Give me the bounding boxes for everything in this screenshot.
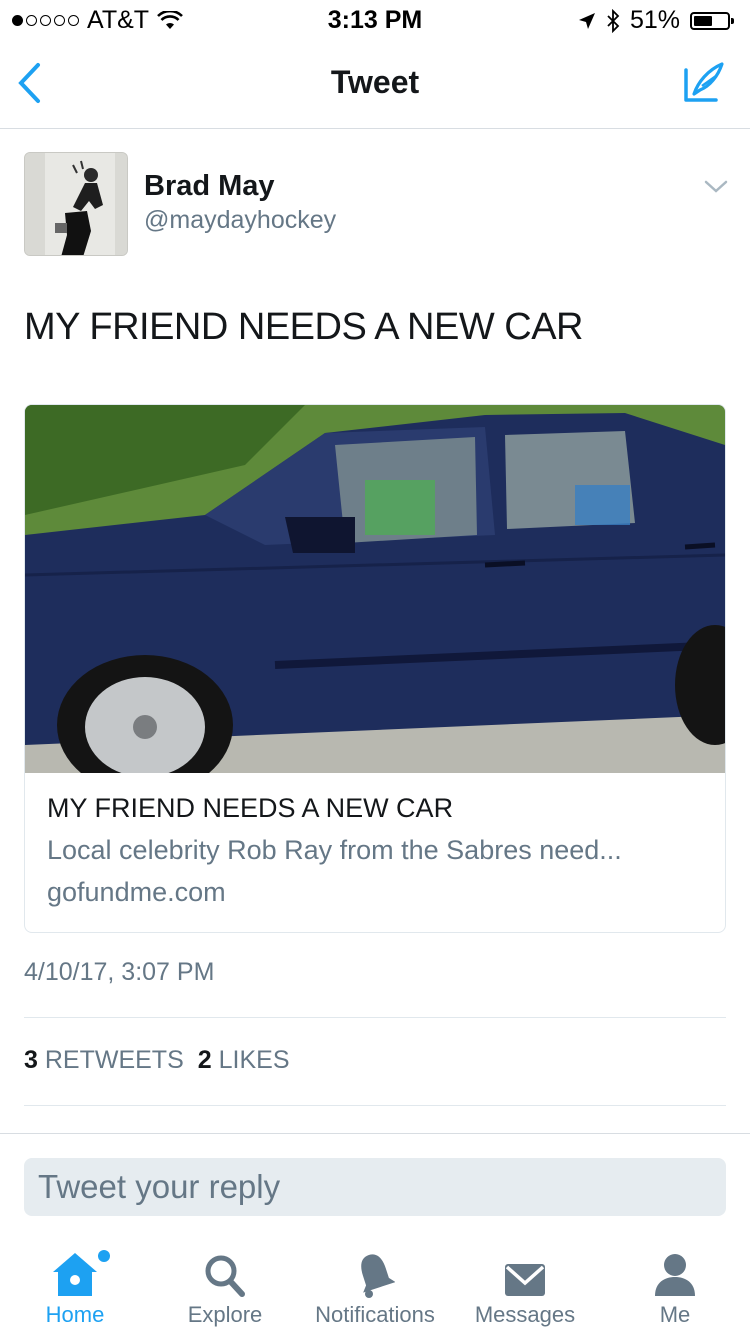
home-icon: [53, 1253, 97, 1296]
envelope-icon: [505, 1264, 545, 1296]
search-icon: [205, 1255, 245, 1297]
tab-messages[interactable]: Messages: [450, 1240, 600, 1328]
tab-notifications[interactable]: Notifications: [300, 1240, 450, 1328]
home-notification-dot: [98, 1250, 110, 1262]
divider: [0, 1133, 750, 1134]
tab-me[interactable]: Me: [600, 1240, 750, 1328]
avatar[interactable]: [24, 152, 128, 256]
compose-quill-icon: [684, 62, 724, 102]
retweets-count: 3: [24, 1046, 38, 1074]
tab-label: Explore: [187, 1302, 263, 1327]
card-domain: gofundme.com: [47, 877, 226, 907]
tab-explore[interactable]: Explore: [150, 1240, 300, 1328]
status-bar: AT&T 3:13 PM 51%: [0, 0, 750, 40]
battery-icon: [690, 11, 734, 30]
avatar-image: [25, 153, 127, 255]
card-image: [25, 405, 725, 773]
likes-stat[interactable]: 2 LIKES: [198, 1046, 290, 1075]
bluetooth-icon: [607, 8, 620, 33]
card-title: MY FRIEND NEEDS A NEW CAR: [47, 793, 454, 823]
tab-bar: Home Explore Notifications Messages Me: [0, 1240, 750, 1334]
compose-tweet-button[interactable]: [682, 60, 726, 109]
bell-icon: [361, 1254, 395, 1298]
battery-percent: 51%: [629, 6, 680, 34]
link-card[interactable]: MY FRIEND NEEDS A NEW CAR Local celebrit…: [24, 404, 726, 933]
tweet-text: MY FRIEND NEEDS A NEW CAR: [24, 306, 584, 348]
retweets-stat[interactable]: 3 RETWEETS: [24, 1046, 184, 1075]
author-handle[interactable]: @maydayhockey: [144, 206, 336, 235]
navigation-bar: Tweet: [0, 40, 750, 129]
tweet-options-button[interactable]: [704, 180, 728, 199]
reply-input[interactable]: [24, 1158, 726, 1216]
person-icon: [655, 1254, 695, 1296]
author-name[interactable]: Brad May: [144, 170, 275, 203]
retweets-label: RETWEETS: [44, 1046, 184, 1074]
tab-label: Home: [45, 1302, 105, 1327]
tab-label: Notifications: [315, 1302, 435, 1327]
card-description: Local celebrity Rob Ray from the Sabres …: [47, 835, 622, 865]
tweet-timestamp: 4/10/17, 3:07 PM: [24, 958, 215, 986]
status-right: 51%: [578, 6, 734, 35]
divider: [24, 1017, 726, 1018]
tab-label: Me: [659, 1302, 691, 1327]
tab-home[interactable]: Home: [0, 1240, 150, 1328]
likes-count: 2: [197, 1046, 212, 1074]
divider: [24, 1105, 726, 1106]
page-title: Tweet: [330, 64, 420, 100]
likes-label: LIKES: [218, 1046, 290, 1074]
tweet-stats: 3 RETWEETS 2 LIKES: [24, 1046, 290, 1075]
tab-label: Messages: [474, 1302, 576, 1327]
location-arrow-icon: [578, 12, 595, 29]
chevron-down-icon: [704, 180, 728, 193]
